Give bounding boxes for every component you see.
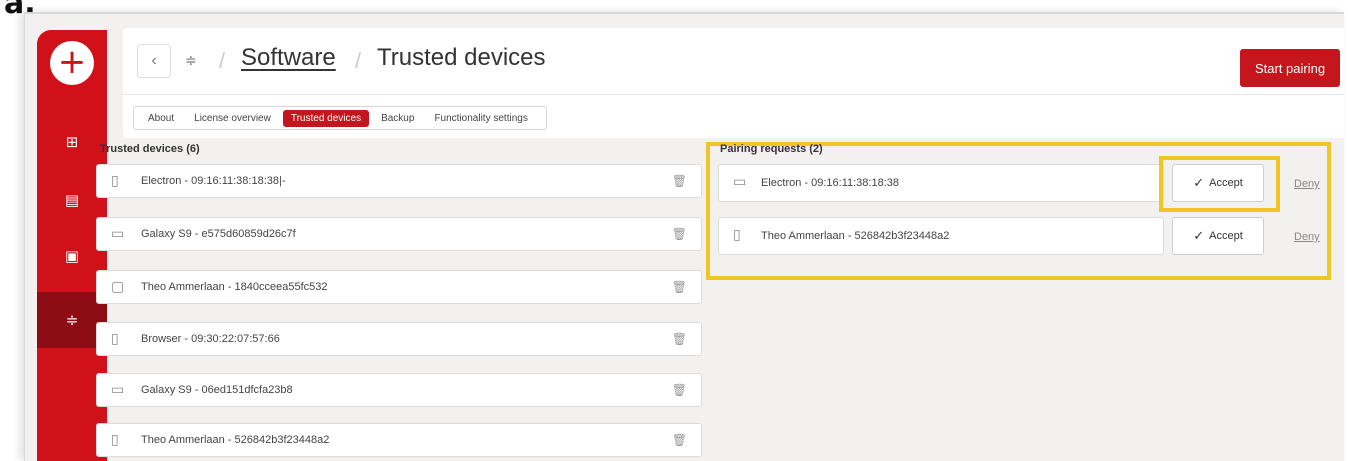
tab-about[interactable]: About <box>140 110 182 127</box>
nav-item-dashboard[interactable]: ⊞ <box>37 114 107 170</box>
monitor-icon: ▭ <box>111 382 125 398</box>
device-name: Theo Ammerlaan - 1840cceea55fc532 <box>141 281 328 293</box>
phone-icon: ▯ <box>733 227 741 243</box>
phone-icon: ▯ <box>111 432 119 448</box>
tab-trusted-devices[interactable]: Trusted devices <box>282 109 370 127</box>
pairing-request-row: ▭ Electron - 09:16:11:38:18:38 <box>718 164 1164 202</box>
tab-functionality-settings[interactable]: Functionality settings <box>426 110 535 127</box>
device-name: Electron - 09:16:11:38:18:38|- <box>141 175 286 187</box>
clipboard-icon: ▤ <box>64 192 80 209</box>
breadcrumb-separator: / <box>355 48 362 73</box>
tab-backup[interactable]: Backup <box>373 110 422 127</box>
tab-license-overview[interactable]: License overview <box>186 110 279 127</box>
trusted-device-row[interactable]: ▭ Galaxy S9 - 06ed151dfcfa23b8 🗑 <box>96 373 702 407</box>
sliders-icon: ≑ <box>185 52 197 68</box>
device-name: Galaxy S9 - e575d60859d26c7f <box>141 228 296 240</box>
check-icon: ✓ <box>1193 228 1205 244</box>
device-name: Theo Ammerlaan - 526842b3f23448a2 <box>761 230 950 242</box>
trusted-device-row[interactable]: ▢ Theo Ammerlaan - 1840cceea55fc532 🗑 <box>96 270 702 304</box>
trash-icon[interactable]: 🗑 <box>672 174 687 188</box>
breadcrumb-software-link[interactable]: Software <box>241 44 336 72</box>
header-panel: ‹ ≑ / Software / Trusted devices Start p… <box>123 28 1344 138</box>
phone-icon: ▯ <box>111 173 119 189</box>
device-name: Theo Ammerlaan - 526842b3f23448a2 <box>141 434 330 446</box>
page-title: Trusted devices <box>377 44 546 71</box>
trash-icon[interactable]: 🗑 <box>672 227 687 241</box>
trash-icon[interactable]: 🗑 <box>672 280 687 294</box>
tab-bar: About License overview Trusted devices B… <box>133 106 547 130</box>
device-name: Electron - 09:16:11:38:18:38 <box>761 177 900 189</box>
back-button[interactable]: ‹ <box>137 44 171 78</box>
pairing-request-row: ▯ Theo Ammerlaan - 526842b3f23448a2 <box>718 217 1164 255</box>
device-name: Galaxy S9 - 06ed151dfcfa23b8 <box>141 384 293 396</box>
sliders-icon: ≑ <box>65 312 79 329</box>
trusted-devices-heading: Trusted devices (6) <box>100 143 200 155</box>
deny-link[interactable]: Deny <box>1294 231 1320 243</box>
trash-icon[interactable]: 🗑 <box>672 433 687 447</box>
monitor-icon: ▭ <box>733 174 747 190</box>
plus-icon: + <box>50 41 94 85</box>
accept-button[interactable]: ✓ Accept <box>1172 217 1264 255</box>
start-pairing-button[interactable]: Start pairing <box>1240 49 1340 87</box>
breadcrumb-separator: / <box>219 48 226 73</box>
chevron-left-icon: ‹ <box>151 52 157 69</box>
trusted-device-row[interactable]: ▯ Browser - 09:30:22:07:57:66 🗑 <box>96 322 702 356</box>
header-divider <box>123 94 1344 95</box>
monitor-icon: ▭ <box>111 226 125 242</box>
grid-icon: ⊞ <box>65 134 79 151</box>
document-check-icon: ▣ <box>64 248 80 265</box>
trash-icon[interactable]: 🗑 <box>672 332 687 346</box>
deny-link[interactable]: Deny <box>1294 178 1320 190</box>
accept-label: Accept <box>1209 230 1243 242</box>
trusted-device-row[interactable]: ▯ Electron - 09:16:11:38:18:38|- 🗑 <box>96 164 702 198</box>
add-button[interactable]: + <box>37 30 107 96</box>
pairing-requests-heading: Pairing requests (2) <box>720 143 823 155</box>
phone-icon: ▯ <box>111 331 119 347</box>
accept-button-highlight <box>1159 156 1280 212</box>
trusted-device-row[interactable]: ▭ Galaxy S9 - e575d60859d26c7f 🗑 <box>96 217 702 251</box>
trusted-device-row[interactable]: ▯ Theo Ammerlaan - 526842b3f23448a2 🗑 <box>96 423 702 457</box>
trash-icon[interactable]: 🗑 <box>672 383 687 397</box>
laptop-icon: ▢ <box>111 279 125 295</box>
device-name: Browser - 09:30:22:07:57:66 <box>141 333 280 345</box>
